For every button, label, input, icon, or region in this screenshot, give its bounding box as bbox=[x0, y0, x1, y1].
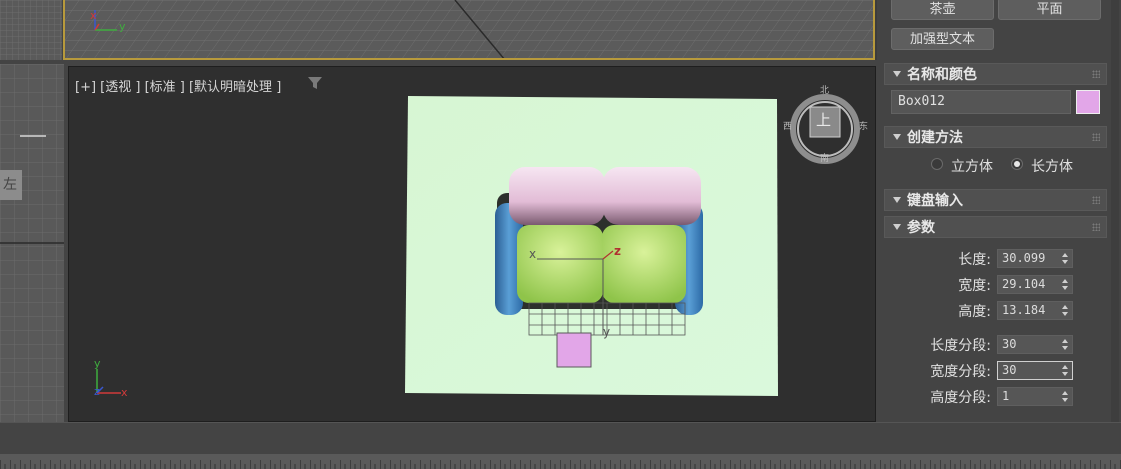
gizmo-y-label: y bbox=[603, 325, 611, 339]
command-panel: 茶壶 平面 加强型文本 名称和颜色 Box012 创建方法 立方体 长方体 键盘… bbox=[878, 0, 1121, 422]
collapse-triangle-icon bbox=[893, 134, 901, 140]
rollout-title: 参数 bbox=[907, 220, 935, 236]
cube-radio[interactable] bbox=[931, 158, 943, 170]
grip-icon bbox=[1092, 196, 1100, 204]
height-label: 高度: bbox=[958, 304, 991, 320]
object-name-field[interactable]: Box012 bbox=[891, 90, 1071, 114]
length-segs-value[interactable]: 30 bbox=[1002, 337, 1016, 351]
top-left-viewport[interactable] bbox=[0, 0, 62, 60]
world-gizmo-z-label: z bbox=[94, 385, 100, 398]
panel-scrollbar[interactable] bbox=[1111, 0, 1119, 422]
spinner-arrows-icon[interactable] bbox=[1062, 253, 1069, 265]
width-segs-label: 宽度分段: bbox=[930, 364, 991, 380]
width-label: 宽度: bbox=[958, 278, 991, 294]
top-viewport-axis-gizmo: x y bbox=[87, 6, 127, 40]
view-cube[interactable]: 上 北 南 西 东 bbox=[783, 86, 868, 173]
rollout-title: 键盘输入 bbox=[907, 193, 963, 209]
rollout-parameters[interactable]: 参数 bbox=[884, 216, 1107, 238]
box-radio[interactable] bbox=[1011, 158, 1023, 170]
height-segs-value[interactable]: 1 bbox=[1002, 389, 1009, 403]
top-viewport[interactable]: x y bbox=[63, 0, 875, 60]
rollout-title: 创建方法 bbox=[907, 130, 963, 146]
left-viewport[interactable]: 左 bbox=[0, 64, 64, 422]
length-label: 长度: bbox=[958, 252, 991, 268]
height-spinner[interactable]: 13.184 bbox=[997, 301, 1073, 320]
cube-radio-label[interactable]: 立方体 bbox=[951, 156, 993, 176]
spinner-arrows-icon[interactable] bbox=[1062, 279, 1069, 291]
length-value[interactable]: 30.099 bbox=[1002, 251, 1045, 265]
collapse-triangle-icon bbox=[893, 71, 901, 77]
length-spinner[interactable]: 30.099 bbox=[997, 249, 1073, 268]
width-segs-value[interactable]: 30 bbox=[1002, 363, 1016, 377]
top-gizmo-x-label: x bbox=[90, 9, 97, 22]
timeline-ruler[interactable] bbox=[0, 454, 1121, 469]
grip-icon bbox=[1092, 223, 1100, 231]
box-radio-label[interactable]: 长方体 bbox=[1031, 156, 1073, 176]
collapse-triangle-icon bbox=[893, 224, 901, 230]
gizmo-z-label: z bbox=[614, 244, 621, 258]
object-color-swatch[interactable] bbox=[1076, 90, 1100, 114]
height-segs-label: 高度分段: bbox=[930, 390, 991, 406]
plane-button[interactable]: 平面 bbox=[998, 0, 1101, 20]
top-gizmo-y-label: y bbox=[119, 20, 126, 33]
world-gizmo-x-label: x bbox=[121, 386, 128, 399]
spinner-arrows-icon[interactable] bbox=[1062, 365, 1069, 377]
grip-icon bbox=[1092, 70, 1100, 78]
view-cube-north[interactable]: 北 bbox=[820, 83, 829, 96]
collapse-triangle-icon bbox=[893, 197, 901, 203]
width-spinner[interactable]: 29.104 bbox=[997, 275, 1073, 294]
width-value[interactable]: 29.104 bbox=[1002, 277, 1045, 291]
length-segs-spinner[interactable]: 30 bbox=[997, 335, 1073, 354]
height-segs-spinner[interactable]: 1 bbox=[997, 387, 1073, 406]
view-cube-east[interactable]: 东 bbox=[859, 119, 868, 132]
rollout-name-color[interactable]: 名称和颜色 bbox=[884, 63, 1107, 85]
teapot-button[interactable]: 茶壶 bbox=[891, 0, 994, 20]
textplus-button[interactable]: 加强型文本 bbox=[891, 28, 994, 50]
spinner-arrows-icon[interactable] bbox=[1062, 391, 1069, 403]
world-axis-gizmo: y z x bbox=[89, 357, 139, 409]
view-cube-top-face[interactable]: 上 bbox=[816, 109, 831, 130]
viewport-label-menu[interactable]: [+] [透视 ] [标准 ] [默认明暗处理 ] bbox=[75, 76, 281, 95]
status-bar bbox=[0, 422, 1121, 455]
left-view-label: 左 bbox=[0, 170, 22, 200]
height-value[interactable]: 13.184 bbox=[1002, 303, 1045, 317]
perspective-viewport[interactable]: [+] [透视 ] [标准 ] [默认明暗处理 ] x z y 上 北 南 西 … bbox=[68, 66, 876, 422]
gizmo-x-label: x bbox=[529, 247, 537, 261]
spinner-arrows-icon[interactable] bbox=[1062, 305, 1069, 317]
length-segs-label: 长度分段: bbox=[930, 338, 991, 354]
world-gizmo-y-label: y bbox=[94, 357, 101, 370]
spinner-arrows-icon[interactable] bbox=[1062, 339, 1069, 351]
funnel-icon[interactable] bbox=[307, 75, 323, 94]
width-segs-spinner[interactable]: 30 bbox=[997, 361, 1073, 380]
grip-icon bbox=[1092, 133, 1100, 141]
rollout-title: 名称和颜色 bbox=[907, 67, 977, 83]
viewport-divider bbox=[875, 0, 877, 60]
view-cube-west[interactable]: 西 bbox=[783, 119, 792, 132]
view-plane[interactable]: x z y bbox=[405, 95, 779, 401]
view-cube-south[interactable]: 南 bbox=[820, 151, 829, 164]
rollout-keyboard-entry[interactable]: 键盘输入 bbox=[884, 189, 1107, 211]
rollout-creation-method[interactable]: 创建方法 bbox=[884, 126, 1107, 148]
